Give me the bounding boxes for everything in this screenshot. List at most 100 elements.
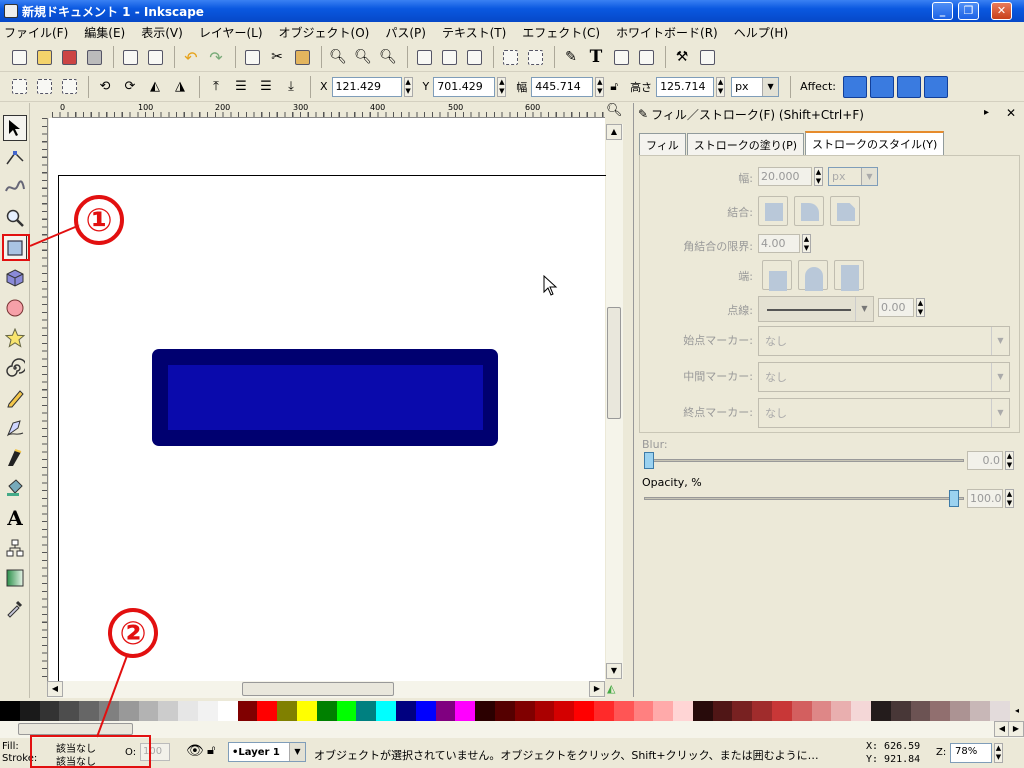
paint-bucket-tool-icon[interactable] xyxy=(3,475,27,501)
palette-menu-icon[interactable]: ◂ xyxy=(1010,701,1024,721)
calligraphy-tool-icon[interactable] xyxy=(3,445,27,471)
affect-gradient-icon[interactable] xyxy=(897,75,922,98)
palette-swatch[interactable] xyxy=(277,701,297,721)
palette-swatch[interactable] xyxy=(455,701,476,721)
round-join-icon[interactable] xyxy=(794,196,824,226)
square-cap-icon[interactable] xyxy=(834,260,864,291)
x-input[interactable]: 121.429 xyxy=(331,76,402,97)
unlink-clone-icon[interactable] xyxy=(463,46,485,68)
horizontal-scroll-thumb[interactable] xyxy=(242,682,394,696)
palette-swatch[interactable] xyxy=(752,701,773,721)
round-cap-icon[interactable] xyxy=(798,260,828,291)
palette-swatch[interactable] xyxy=(79,701,99,721)
dash-pattern-dropdown[interactable]: ▼ xyxy=(758,296,874,322)
clone-icon[interactable] xyxy=(438,46,460,68)
bevel-join-icon[interactable] xyxy=(830,196,860,226)
palette-swatch[interactable] xyxy=(336,701,357,721)
palette-swatch[interactable] xyxy=(633,701,654,721)
selector-tool-icon[interactable] xyxy=(3,115,27,141)
open-folder-icon[interactable] xyxy=(33,46,55,68)
blur-slider-track[interactable] xyxy=(644,459,964,462)
opacity-input[interactable]: 100.0 xyxy=(967,489,1003,508)
export-icon[interactable] xyxy=(144,46,166,68)
palette-swatch[interactable] xyxy=(39,701,60,721)
close-button[interactable]: ✕ xyxy=(991,2,1012,20)
palette-swatch[interactable] xyxy=(138,701,159,721)
palette-swatch[interactable] xyxy=(415,701,436,721)
stroke-width-spinner[interactable]: ▲ ▼ xyxy=(814,167,823,186)
y-input[interactable]: 701.429 xyxy=(433,76,496,97)
vertical-scrollbar[interactable]: ▲ ▼ xyxy=(606,124,623,679)
mid-marker-dropdown[interactable]: なし ▼ xyxy=(758,362,1010,392)
raise-to-top-icon[interactable]: ⤒ xyxy=(205,76,227,98)
miter-limit-spinner[interactable]: ▲ ▼ xyxy=(802,234,811,253)
tab-fill[interactable]: フィル xyxy=(639,133,686,155)
spiral-tool-icon[interactable] xyxy=(3,355,27,381)
opacity-slider-knob[interactable] xyxy=(949,490,959,507)
palette-swatch[interactable] xyxy=(435,701,456,721)
blur-slider-knob[interactable] xyxy=(644,452,654,469)
minimize-button[interactable]: _ xyxy=(932,2,953,20)
palette-swatch[interactable] xyxy=(237,701,258,721)
text-tool-icon[interactable]: A xyxy=(3,505,27,531)
palette-swatch[interactable] xyxy=(395,701,416,721)
palette-swatch[interactable] xyxy=(118,701,139,721)
palette-swatch[interactable] xyxy=(257,701,278,721)
palette-swatch[interactable] xyxy=(811,701,832,721)
tweak-tool-icon[interactable] xyxy=(3,175,27,201)
select-all-layers-icon[interactable] xyxy=(33,76,55,98)
zoom-selection-icon[interactable]: 🔍︎ xyxy=(327,46,349,68)
miter-limit-input[interactable]: 4.00 xyxy=(758,234,800,253)
tab-stroke-paint[interactable]: ストロークの塗り(P) xyxy=(686,133,804,155)
menu-object[interactable]: オブジェクト(O) xyxy=(279,24,370,41)
vertical-scroll-thumb[interactable] xyxy=(607,307,621,419)
menu-layer[interactable]: レイヤー(L) xyxy=(199,24,263,41)
menu-whiteboard[interactable]: ホワイトボード(R) xyxy=(616,24,718,41)
menu-text[interactable]: テキスト(T) xyxy=(442,24,506,41)
palette-swatch[interactable] xyxy=(910,701,931,721)
save-icon[interactable] xyxy=(58,46,80,68)
affect-stroke-icon[interactable] xyxy=(843,75,868,98)
palette-swatch[interactable] xyxy=(316,701,337,721)
palette-swatch[interactable] xyxy=(831,701,852,721)
unit-dropdown[interactable]: px ▼ xyxy=(731,76,780,97)
node-tool-icon[interactable] xyxy=(3,145,27,171)
palette-swatch[interactable] xyxy=(732,701,753,721)
layer-lock-icon[interactable]: 🔓︎ xyxy=(207,743,215,758)
dock-close-icon[interactable]: ✕ xyxy=(1006,106,1016,120)
layer-dropdown[interactable]: •Layer 1 ▼ xyxy=(228,742,306,762)
select-all-icon[interactable] xyxy=(8,76,30,98)
palette-swatch[interactable] xyxy=(197,701,218,721)
palette-swatch[interactable] xyxy=(296,701,317,721)
lower-icon[interactable]: ☰ xyxy=(255,76,277,98)
group-icon[interactable] xyxy=(499,46,521,68)
palette-swatch[interactable] xyxy=(593,701,614,721)
stroke-width-input[interactable]: 20.000 xyxy=(758,167,812,186)
cut-icon[interactable]: ✂ xyxy=(266,46,288,68)
palette-swatch[interactable] xyxy=(930,701,951,721)
palette-swatch[interactable] xyxy=(514,701,535,721)
menu-help[interactable]: ヘルプ(H) xyxy=(734,24,788,41)
duplicate-icon[interactable] xyxy=(413,46,435,68)
zoom-input[interactable]: 78% xyxy=(950,743,992,763)
zoom-page-icon[interactable]: 🔍︎ xyxy=(377,46,399,68)
palette-scroll-thumb[interactable] xyxy=(18,723,133,735)
redo-icon[interactable]: ↷ xyxy=(205,46,227,68)
height-spinner[interactable]: ▲ ▼ xyxy=(716,76,726,97)
preferences-icon[interactable]: ⚒ xyxy=(671,46,693,68)
ungroup-icon[interactable] xyxy=(524,46,546,68)
palette-swatch[interactable] xyxy=(19,701,40,721)
lock-ratio-icon[interactable]: 🔓︎ xyxy=(610,79,618,94)
palette-swatch[interactable] xyxy=(970,701,990,721)
blur-spinner[interactable]: ▲ ▼ xyxy=(1005,451,1014,470)
connector-tool-icon[interactable] xyxy=(3,535,27,561)
dropper-tool-icon[interactable] xyxy=(3,595,27,621)
stroke-unit-dropdown[interactable]: px ▼ xyxy=(828,167,878,186)
zoom-tool-icon[interactable] xyxy=(3,205,27,231)
palette-swatch[interactable] xyxy=(851,701,872,721)
palette-swatch[interactable] xyxy=(772,701,792,721)
palette-swatch[interactable] xyxy=(158,701,179,721)
affect-corners-icon[interactable] xyxy=(870,75,895,98)
affect-pattern-icon[interactable] xyxy=(924,75,949,98)
butt-cap-icon[interactable] xyxy=(762,260,792,291)
